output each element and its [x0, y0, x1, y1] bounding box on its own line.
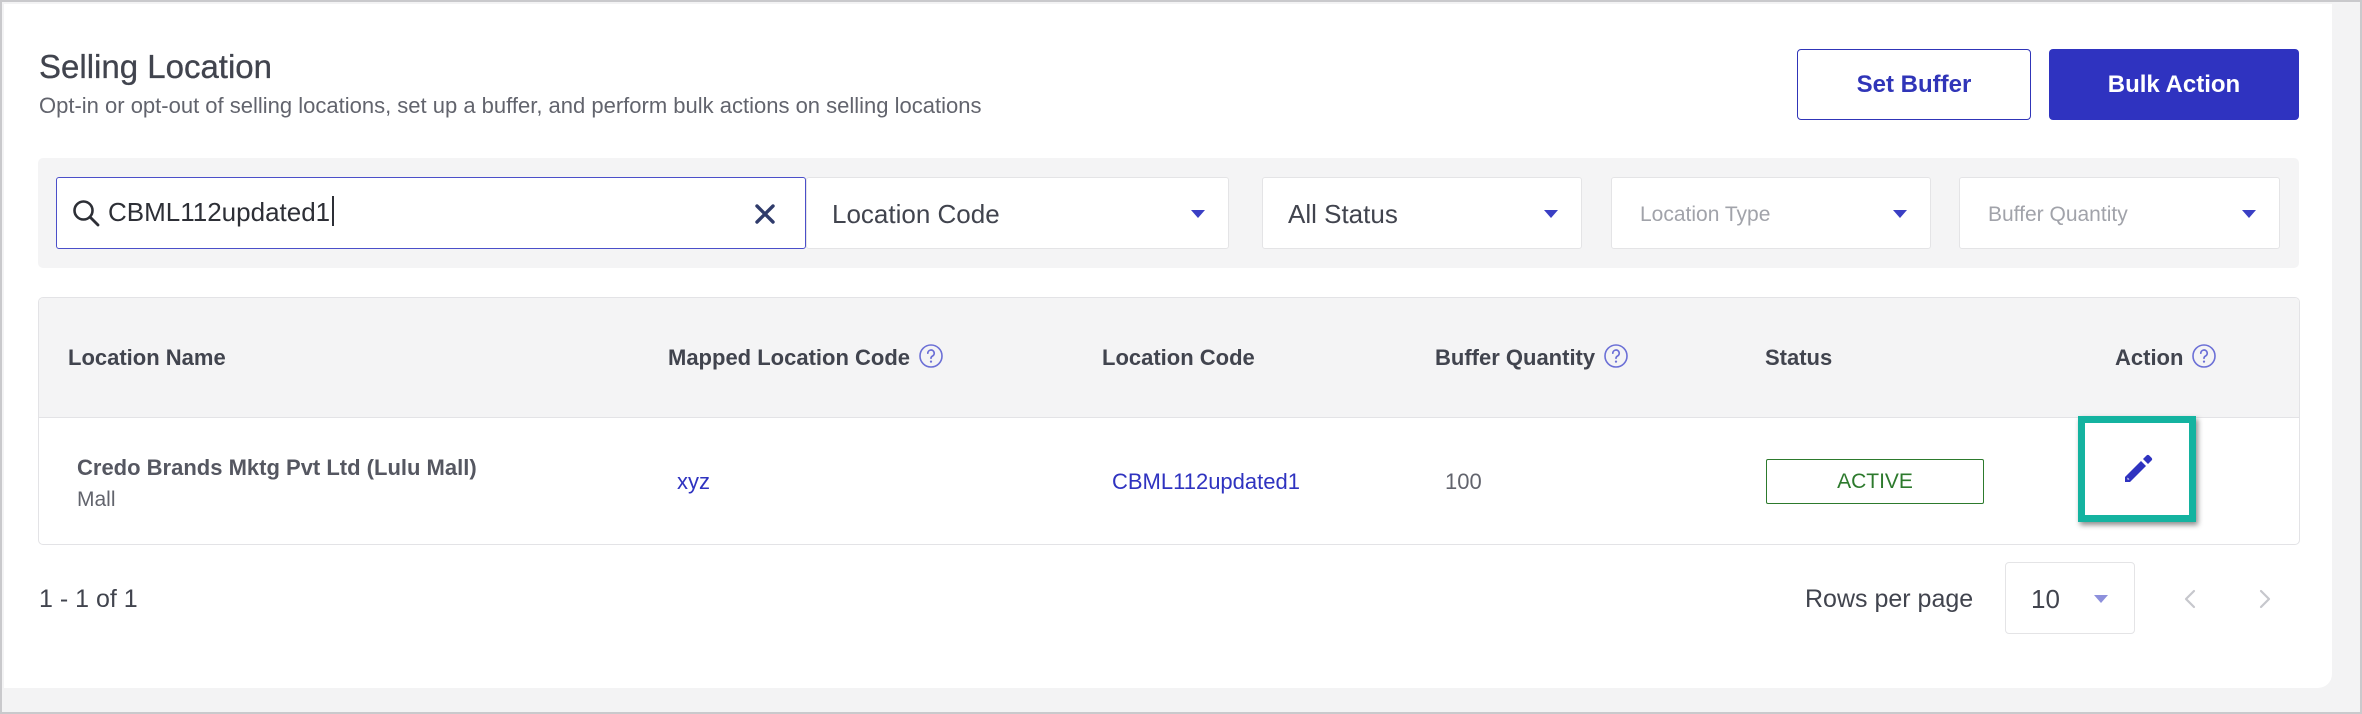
pencil-icon — [2125, 454, 2153, 482]
buffer-quantity-placeholder: Buffer Quantity — [1988, 203, 2128, 226]
search-icon — [73, 200, 100, 227]
status-select-label: All Status — [1288, 199, 1398, 229]
table-header: Location Name Mapped Location Code Locat… — [39, 298, 2299, 418]
search-value: CBML112updated1 — [108, 197, 331, 227]
location-name: Credo Brands Mktg Pvt Ltd (Lulu Mall) — [77, 455, 477, 480]
column-header-mapped-location-code: Mapped Location Code — [668, 343, 944, 371]
window-frame: Selling Location Opt-in or opt-out of se… — [0, 0, 2362, 714]
chevron-right-icon[interactable] — [2249, 584, 2279, 614]
location-code-select-label: Location Code — [832, 199, 1000, 229]
help-circle-icon[interactable] — [918, 343, 944, 369]
chevron-down-icon — [2094, 595, 2108, 603]
column-header-buffer-quantity: Buffer Quantity — [1435, 343, 1629, 371]
help-circle-icon[interactable] — [2191, 343, 2217, 369]
edit-button[interactable] — [2078, 416, 2196, 522]
rows-per-page-select[interactable]: 10 — [2005, 562, 2135, 634]
locations-table: Location Name Mapped Location Code Locat… — [38, 297, 2300, 545]
status-badge: ACTIVE — [1766, 459, 1984, 504]
chevron-down-icon — [2242, 210, 2256, 218]
buffer-quantity-select[interactable]: Buffer Quantity — [1959, 177, 2280, 249]
status-select[interactable]: All Status — [1262, 177, 1582, 249]
chevron-left-icon[interactable] — [2176, 584, 2206, 614]
bulk-action-button[interactable]: Bulk Action — [2049, 49, 2299, 120]
column-header-action: Action — [2115, 343, 2217, 371]
text-cursor — [332, 196, 335, 226]
buffer-quantity-value: 100 — [1445, 469, 1482, 494]
chevron-down-icon — [1191, 210, 1205, 218]
pagination-count: 1 - 1 of 1 — [39, 585, 138, 613]
rows-per-page-value: 10 — [2031, 584, 2060, 614]
rows-per-page-label: Rows per page — [1805, 585, 1974, 613]
mapped-location-code-link[interactable]: xyz — [677, 469, 710, 495]
search-input[interactable]: CBML112updated1 — [56, 177, 806, 249]
selling-location-panel: Selling Location Opt-in or opt-out of se… — [4, 4, 2332, 688]
column-header-location-name: Location Name — [68, 345, 226, 370]
column-header-status: Status — [1765, 345, 1833, 370]
help-circle-icon[interactable] — [1603, 343, 1629, 369]
chevron-down-icon — [1893, 210, 1907, 218]
set-buffer-button[interactable]: Set Buffer — [1797, 49, 2031, 120]
location-type-placeholder: Location Type — [1640, 203, 1771, 226]
page-subtitle: Opt-in or opt-out of selling locations, … — [39, 93, 982, 118]
filter-bar: CBML112updated1 Location Code All Status… — [38, 158, 2299, 268]
location-code-select[interactable]: Location Code — [806, 177, 1229, 249]
location-code-link[interactable]: CBML112updated1 — [1112, 469, 1300, 495]
close-icon[interactable] — [752, 201, 778, 227]
location-subtype: Mall — [77, 488, 116, 511]
page-title: Selling Location — [39, 48, 272, 85]
chevron-down-icon — [1544, 210, 1558, 218]
location-type-select[interactable]: Location Type — [1611, 177, 1931, 249]
column-header-location-code: Location Code — [1102, 345, 1255, 370]
